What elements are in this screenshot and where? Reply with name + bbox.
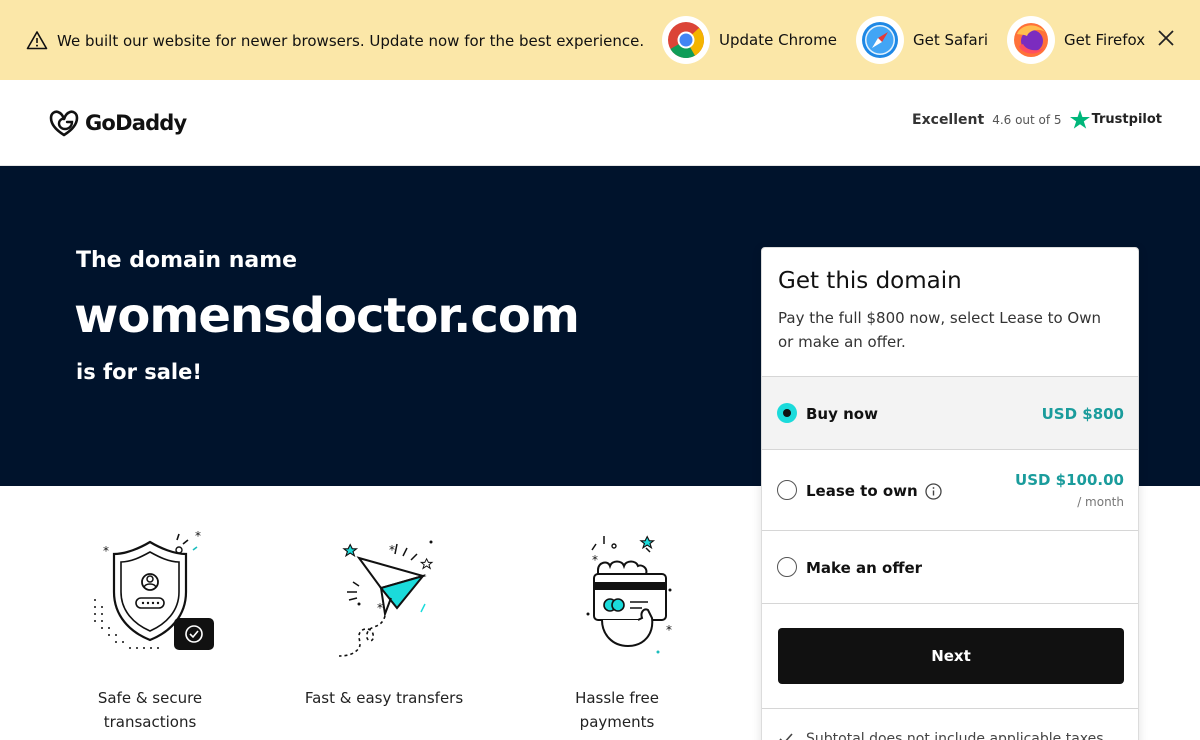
svg-text:*: * [377,601,383,615]
option-make-offer[interactable]: Make an offer [762,530,1138,603]
option-period: / month [1077,495,1124,509]
next-button[interactable]: Next [778,628,1124,684]
firefox-icon [1014,23,1048,57]
get-safari-link[interactable]: Get Safari [856,16,988,64]
offer-radio[interactable] [777,557,797,577]
option-label: Make an offer [806,559,923,577]
update-chrome-link[interactable]: Update Chrome [662,16,837,64]
close-icon[interactable] [1154,26,1178,50]
buy-now-radio[interactable] [777,403,797,423]
svg-text:*: * [389,543,395,557]
subtotal-note: Subtotal does not include applicable tax… [806,731,1104,740]
warning-icon [26,31,48,50]
rating-word: Excellent [912,111,985,128]
card-footer: Subtotal does not include applicable tax… [762,708,1138,740]
chrome-icon [668,22,704,59]
rating-score: 4.6 out of 5 [992,112,1062,127]
feature-transfers: * * Fast & easy transfers [304,530,464,710]
logo-text: GoDaddy [85,111,187,135]
trustpilot-brand: Trustpilot [1069,110,1162,129]
option-label: Buy now [806,405,878,423]
option-price: USD $800 [1041,405,1124,423]
get-firefox-link[interactable]: Get Firefox [1007,16,1145,64]
hand-card-icon: * * [586,535,672,654]
update-chrome-label: Update Chrome [719,31,837,49]
check-icon [779,733,793,740]
card-description: Pay the full $800 now, select Lease to O… [778,309,1101,351]
svg-text:*: * [592,553,598,567]
star-icon [1069,110,1090,129]
get-safari-label: Get Safari [913,31,989,49]
domain-name: womensdoctor.com [74,288,580,344]
svg-text:*: * [666,623,672,637]
paper-plane-icon: * * [338,540,434,657]
lease-radio[interactable] [777,480,797,500]
for-sale-text: is for sale! [76,360,202,384]
feature-secure: * * Safe & secure transactions [70,530,230,734]
godaddy-logo[interactable]: GoDaddy [48,108,187,138]
info-icon[interactable] [925,482,942,500]
safari-icon [862,22,898,58]
option-price: USD $100.00 [1015,471,1124,489]
option-lease-to-own[interactable]: Lease to own USD $100.00 / month [762,449,1138,530]
trustpilot-rating[interactable]: Excellent 4.6 out of 5 Trustpilot [912,110,1162,129]
godaddy-logo-icon [49,110,79,137]
feature-label: Fast & easy transfers [304,689,464,707]
option-label-wrap: Lease to own [806,482,942,500]
svg-text:*: * [103,544,109,558]
get-firefox-label: Get Firefox [1064,31,1146,49]
hero-subtitle: The domain name [76,248,298,273]
feature-label: Safe & secure transactions [97,689,203,731]
card-title: Get this domain [778,268,962,294]
feature-payments: * * Hassle free payments [537,530,697,734]
option-buy-now[interactable]: Buy now USD $800 [762,376,1138,449]
banner-message: We built our website for newer browsers.… [57,32,645,50]
site-header: GoDaddy Excellent 4.6 out of 5 Trustpilo… [0,80,1200,166]
options-divider [762,603,1138,604]
purchase-card: Get this domain Pay the full $800 now, s… [761,247,1139,740]
trustpilot-label: Trustpilot [1091,112,1162,127]
option-label: Lease to own [806,482,918,500]
shield-user-icon: * * [94,530,214,650]
browser-update-banner: We built our website for newer browsers.… [0,0,1200,80]
feature-label: Hassle free payments [575,689,659,731]
svg-text:*: * [195,530,201,543]
